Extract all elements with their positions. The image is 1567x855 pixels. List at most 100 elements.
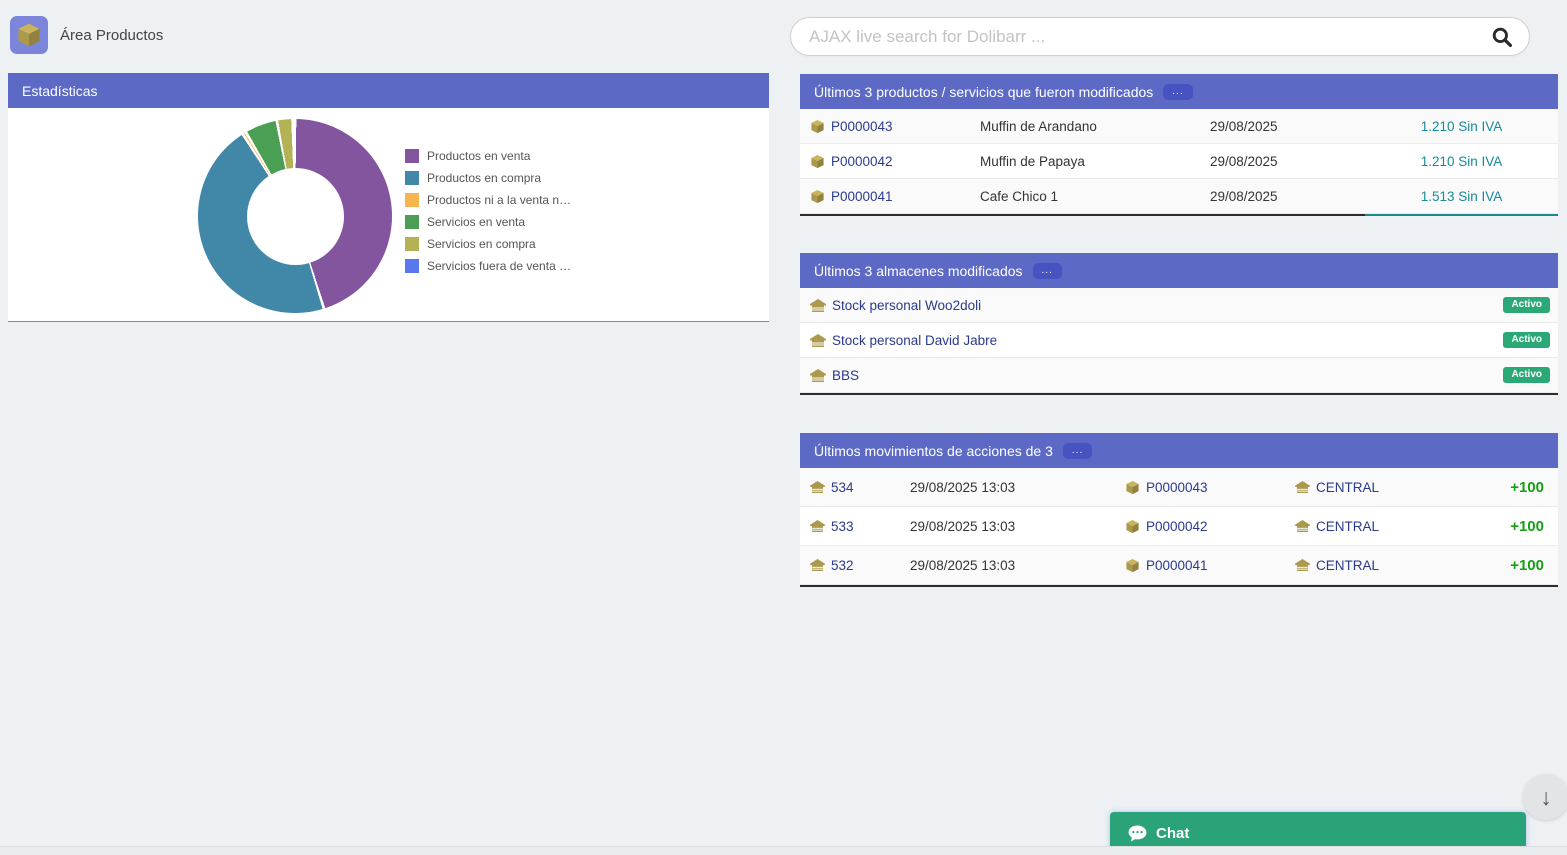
movement-id-link[interactable]: 533	[831, 519, 854, 534]
product-date: 29/08/2025	[1210, 154, 1365, 169]
product-price: 1.210 Sin IVA	[1365, 119, 1558, 134]
global-search-bar	[790, 17, 1530, 56]
product-cube-icon	[810, 119, 825, 134]
legend-label: Productos en venta	[427, 149, 530, 163]
warehouse-icon	[810, 334, 826, 347]
legend-label: Productos en compra	[427, 171, 541, 185]
movement-warehouse-link[interactable]: CENTRAL	[1316, 519, 1379, 534]
product-cube-icon	[810, 189, 825, 204]
product-date: 29/08/2025	[1210, 119, 1365, 134]
product-ref-link[interactable]: P0000043	[831, 119, 893, 134]
warehouse-link[interactable]: Stock personal Woo2doli	[832, 298, 981, 313]
warehouse-icon	[810, 299, 826, 312]
chart-legend: Productos en venta Productos en compra P…	[405, 149, 571, 273]
latest-warehouses-title: Últimos 3 almacenes modificados	[814, 263, 1023, 279]
statistics-panel-header: Estadísticas	[8, 73, 769, 108]
movement-product-link[interactable]: P0000041	[1146, 558, 1208, 573]
product-cube-icon	[1125, 558, 1140, 573]
search-input[interactable]	[809, 27, 1491, 47]
latest-products-more-button[interactable]: ...	[1163, 84, 1192, 100]
warehouse-icon	[1295, 559, 1310, 571]
legend-swatch	[405, 259, 419, 273]
legend-swatch	[405, 215, 419, 229]
legend-item[interactable]: Servicios en venta	[405, 215, 571, 229]
product-cube-icon	[1125, 519, 1140, 534]
table-bottom-border	[800, 393, 1558, 395]
donut-chart-hole	[247, 168, 344, 265]
legend-label: Servicios en compra	[427, 237, 536, 251]
latest-movements-panel: Últimos movimientos de acciones de 3 ...…	[800, 433, 1558, 587]
latest-products-panel: Últimos 3 productos / servicios que fuer…	[800, 74, 1558, 216]
chat-label: Chat	[1156, 825, 1189, 842]
legend-item[interactable]: Productos ni a la venta n…	[405, 193, 571, 207]
table-bottom-border	[800, 214, 1558, 216]
warehouse-link[interactable]: Stock personal David Jabre	[832, 333, 997, 348]
movement-warehouse-link[interactable]: CENTRAL	[1316, 558, 1379, 573]
warehouse-row[interactable]: Stock personal Woo2doli Activo	[800, 288, 1558, 323]
legend-label: Servicios fuera de venta …	[427, 259, 571, 273]
warehouse-row[interactable]: BBS Activo	[800, 358, 1558, 393]
latest-products-title: Últimos 3 productos / servicios que fuer…	[814, 84, 1153, 100]
product-date: 29/08/2025	[1210, 189, 1365, 204]
product-cube-icon	[1125, 480, 1140, 495]
statistics-panel-title: Estadísticas	[22, 83, 97, 99]
legend-swatch	[405, 237, 419, 251]
movement-qty: +100	[1463, 479, 1558, 496]
legend-item[interactable]: Productos en compra	[405, 171, 571, 185]
movement-row[interactable]: 533 29/08/2025 13:03 P0000042 CENTRAL +1…	[800, 507, 1558, 546]
warehouse-icon	[810, 369, 826, 382]
movement-row[interactable]: 534 29/08/2025 13:03 P0000043 CENTRAL +1…	[800, 468, 1558, 507]
footer-strip	[0, 846, 1567, 855]
movement-row[interactable]: 532 29/08/2025 13:03 P0000041 CENTRAL +1…	[800, 546, 1558, 585]
movement-warehouse-link[interactable]: CENTRAL	[1316, 480, 1379, 495]
product-label: Cafe Chico 1	[980, 189, 1210, 204]
product-price: 1.210 Sin IVA	[1365, 154, 1558, 169]
search-icon[interactable]	[1491, 26, 1513, 48]
movement-product-link[interactable]: P0000042	[1146, 519, 1208, 534]
cube-icon	[16, 22, 42, 48]
status-badge: Activo	[1503, 367, 1550, 383]
warehouse-icon	[1295, 520, 1310, 532]
statistics-panel: Estadísticas Productos en venta Producto…	[8, 73, 769, 322]
legend-item[interactable]: Productos en venta	[405, 149, 571, 163]
legend-swatch	[405, 193, 419, 207]
movement-datetime: 29/08/2025 13:03	[910, 480, 1125, 495]
product-row[interactable]: P0000043 Muffin de Arandano 29/08/2025 1…	[800, 109, 1558, 144]
product-price: 1.513 Sin IVA	[1365, 189, 1558, 204]
product-label: Muffin de Arandano	[980, 119, 1210, 134]
status-badge: Activo	[1503, 332, 1550, 348]
movement-id-link[interactable]: 534	[831, 480, 854, 495]
movement-id-link[interactable]: 532	[831, 558, 854, 573]
movement-qty: +100	[1463, 518, 1558, 535]
warehouse-row[interactable]: Stock personal David Jabre Activo	[800, 323, 1558, 358]
warehouse-icon	[1295, 481, 1310, 493]
product-label: Muffin de Papaya	[980, 154, 1210, 169]
legend-item[interactable]: Servicios en compra	[405, 237, 571, 251]
page-header: Área Productos	[10, 16, 163, 54]
movement-datetime: 29/08/2025 13:03	[910, 519, 1125, 534]
movement-product-link[interactable]: P0000043	[1146, 480, 1208, 495]
product-cube-icon	[810, 154, 825, 169]
legend-label: Servicios en venta	[427, 215, 525, 229]
product-ref-link[interactable]: P0000042	[831, 154, 893, 169]
latest-movements-more-button[interactable]: ...	[1063, 443, 1092, 459]
latest-products-header: Últimos 3 productos / servicios que fuer…	[800, 74, 1558, 109]
latest-warehouses-more-button[interactable]: ...	[1033, 263, 1062, 279]
status-badge: Activo	[1503, 297, 1550, 313]
products-module-icon	[10, 16, 48, 54]
latest-warehouses-header: Últimos 3 almacenes modificados ...	[800, 253, 1558, 288]
movement-icon	[810, 520, 825, 532]
product-ref-link[interactable]: P0000041	[831, 189, 893, 204]
page-title: Área Productos	[60, 27, 163, 44]
warehouse-link[interactable]: BBS	[832, 368, 859, 383]
statistics-chart-area: Productos en venta Productos en compra P…	[8, 108, 769, 322]
legend-label: Productos ni a la venta n…	[427, 193, 571, 207]
product-row[interactable]: P0000041 Cafe Chico 1 29/08/2025 1.513 S…	[800, 179, 1558, 214]
scroll-down-button[interactable]: ↓	[1523, 774, 1567, 820]
legend-swatch	[405, 171, 419, 185]
legend-item[interactable]: Servicios fuera de venta …	[405, 259, 571, 273]
arrow-down-icon: ↓	[1540, 784, 1552, 811]
movement-qty: +100	[1463, 557, 1558, 574]
product-row[interactable]: P0000042 Muffin de Papaya 29/08/2025 1.2…	[800, 144, 1558, 179]
movement-icon	[810, 559, 825, 571]
